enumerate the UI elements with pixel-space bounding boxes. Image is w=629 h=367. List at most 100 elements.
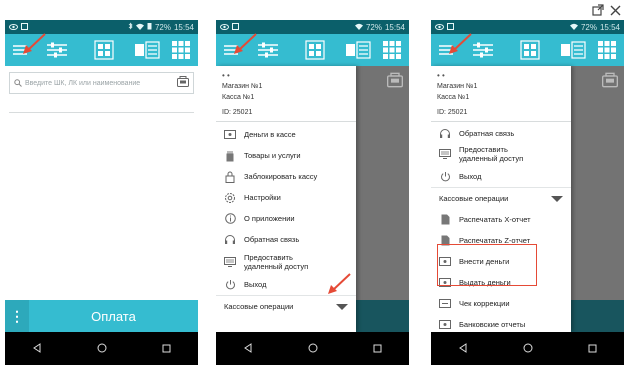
back-icon[interactable] bbox=[243, 340, 253, 358]
menu-item-correction-receipt[interactable]: Чек коррекции bbox=[431, 293, 571, 314]
android-nav-bar bbox=[431, 332, 624, 365]
device-id: ID: 25021 bbox=[437, 109, 468, 116]
sliders-icon[interactable] bbox=[43, 39, 71, 61]
section-label: Кассовые операции bbox=[439, 194, 509, 203]
menu-icon[interactable] bbox=[437, 39, 455, 61]
search-icon bbox=[14, 74, 22, 92]
menu-item-remote-access[interactable]: Предоставить удаленный доступ bbox=[431, 142, 571, 166]
home-icon[interactable] bbox=[308, 340, 318, 358]
battery-icon bbox=[147, 22, 152, 32]
menu-item-label: Заблокировать кассу bbox=[244, 172, 318, 181]
menu-item-label-line1: Предоставить bbox=[244, 253, 293, 262]
cash-icon bbox=[224, 129, 236, 141]
menu-item-settings[interactable]: Настройки bbox=[216, 187, 356, 208]
menu-item-deposit-cash[interactable]: Внести деньги bbox=[431, 251, 571, 272]
clock: 15:54 bbox=[173, 22, 194, 32]
menu-item-label-line2: удаленный доступ bbox=[244, 262, 309, 271]
section-cash-operations[interactable]: Кассовые операции bbox=[431, 187, 571, 209]
popup-icon[interactable] bbox=[592, 4, 604, 16]
menu-item-remote-access[interactable]: Предоставить удаленный доступ bbox=[216, 250, 356, 274]
shop-name: Магазин №1 bbox=[222, 83, 263, 90]
register-name: Касса №1 bbox=[437, 94, 470, 101]
menu-item-label: Обратная связь bbox=[244, 235, 300, 244]
cash-out-icon bbox=[439, 277, 451, 289]
scale-icon bbox=[387, 72, 403, 88]
search-input[interactable] bbox=[25, 79, 174, 87]
menu-item-label: Обратная связь bbox=[459, 128, 515, 138]
sliders-icon[interactable] bbox=[254, 39, 282, 61]
sliders-icon[interactable] bbox=[469, 39, 497, 61]
status-bar: 72% 15:54 bbox=[5, 20, 198, 34]
headset-icon bbox=[439, 127, 451, 139]
toolbar bbox=[431, 34, 624, 66]
menu-item-exit[interactable]: Выход bbox=[216, 274, 356, 295]
phone-screen-cash-operations: 72% 15:54 • • Магазин №1 Касса №1 ID: 25… bbox=[431, 20, 624, 365]
cards-icon[interactable] bbox=[559, 39, 587, 61]
clock: 15:54 bbox=[384, 22, 405, 32]
menu-item-label: Банковские отчеты bbox=[459, 320, 526, 329]
menu-item-exit[interactable]: Выход bbox=[431, 166, 571, 187]
home-icon[interactable] bbox=[523, 340, 533, 358]
android-nav-bar bbox=[5, 332, 198, 365]
menu-item-goods[interactable]: Товары и услуги bbox=[216, 145, 356, 166]
grid-4-icon[interactable] bbox=[304, 39, 326, 61]
receipt-icon bbox=[439, 298, 451, 310]
scale-icon[interactable] bbox=[177, 74, 189, 92]
cards-icon[interactable] bbox=[344, 39, 372, 61]
grid-9-icon[interactable] bbox=[169, 39, 193, 61]
section-cash-operations[interactable]: Кассовые операции bbox=[216, 295, 356, 317]
grid-4-icon[interactable] bbox=[519, 39, 541, 61]
menu-item-label: Деньги в кассе bbox=[244, 130, 296, 139]
menu-item-label: Выход bbox=[459, 172, 482, 181]
menu-item-label-line1: Предоставить bbox=[459, 145, 508, 154]
drawer-header: • • Магазин №1 Касса №1 ID: 25021 bbox=[216, 66, 356, 118]
box-icon bbox=[21, 22, 28, 32]
menu-item-lock[interactable]: Заблокировать кассу bbox=[216, 166, 356, 187]
search-bar bbox=[9, 72, 194, 94]
drawer-dots: • • bbox=[437, 71, 445, 80]
menu-item-label: Чек коррекции bbox=[459, 299, 510, 308]
menu-item-print-x-report[interactable]: Распечатать X-отчет bbox=[431, 209, 571, 230]
close-icon[interactable] bbox=[610, 5, 621, 16]
shop-name: Магазин №1 bbox=[437, 83, 478, 90]
more-options-icon[interactable]: ⋮ bbox=[5, 300, 29, 332]
back-icon[interactable] bbox=[32, 340, 42, 358]
lock-icon bbox=[224, 171, 236, 183]
menu-icon[interactable] bbox=[11, 39, 29, 61]
gear-icon bbox=[224, 192, 236, 204]
power-icon bbox=[224, 279, 236, 291]
eye-icon bbox=[9, 23, 18, 32]
menu-item-about[interactable]: О приложении bbox=[216, 208, 356, 229]
status-bar: 72% 15:54 bbox=[431, 20, 624, 34]
recents-icon[interactable] bbox=[373, 340, 382, 358]
grid-4-icon[interactable] bbox=[93, 39, 115, 61]
menu-item-bank-reports[interactable]: Банковские отчеты bbox=[431, 314, 571, 332]
recents-icon[interactable] bbox=[588, 340, 597, 358]
cards-icon[interactable] bbox=[133, 39, 161, 61]
menu-item-feedback[interactable]: Обратная связь bbox=[216, 229, 356, 250]
menu-item-cash-in-register[interactable]: Деньги в кассе bbox=[216, 124, 356, 145]
divider bbox=[9, 112, 194, 113]
toolbar bbox=[5, 34, 198, 66]
grid-9-icon[interactable] bbox=[380, 39, 404, 61]
menu-item-feedback[interactable]: Обратная связь bbox=[431, 124, 571, 142]
pay-bar: ⋮ Оплата bbox=[5, 300, 198, 332]
back-icon[interactable] bbox=[458, 340, 468, 358]
info-icon bbox=[224, 213, 236, 225]
recents-icon[interactable] bbox=[162, 340, 171, 358]
grid-9-icon[interactable] bbox=[595, 39, 619, 61]
menu-item-label: Распечатать Z-отчет bbox=[459, 236, 531, 245]
doc-icon bbox=[439, 235, 451, 247]
menu-item-label: Выход bbox=[244, 280, 267, 289]
remote-icon bbox=[224, 256, 236, 268]
toolbar bbox=[216, 34, 409, 66]
menu-item-print-z-report[interactable]: Распечатать Z-отчет bbox=[431, 230, 571, 251]
menu-item-withdraw-cash[interactable]: Выдать деньги bbox=[431, 272, 571, 293]
menu-item-label-line2: удаленный доступ bbox=[459, 154, 524, 163]
main-content bbox=[5, 66, 198, 318]
menu-icon[interactable] bbox=[222, 39, 240, 61]
home-icon[interactable] bbox=[97, 340, 107, 358]
pay-button[interactable]: Оплата bbox=[29, 309, 198, 324]
menu-item-label: Товары и услуги bbox=[244, 151, 301, 160]
box-icon bbox=[232, 22, 239, 32]
